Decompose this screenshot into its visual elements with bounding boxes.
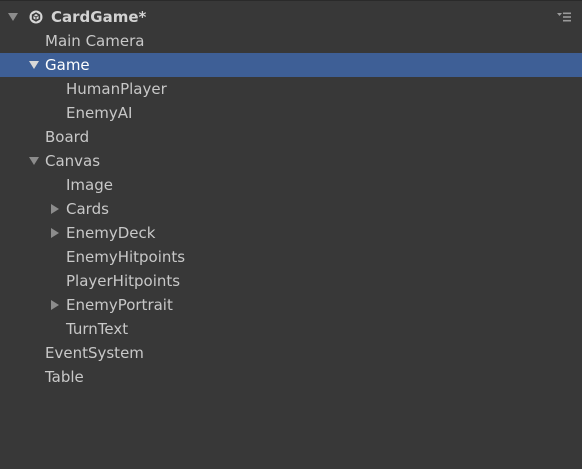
item-label: EnemyAI [66,104,133,122]
hierarchy-item-turntext[interactable]: TurnText [0,317,582,341]
hierarchy-item-playerhitpoints[interactable]: PlayerHitpoints [0,269,582,293]
foldout-collapsed-icon[interactable] [48,221,62,245]
item-label: PlayerHitpoints [66,272,181,290]
hierarchy-item-eventsystem[interactable]: EventSystem [0,341,582,365]
item-label: Image [66,176,113,194]
foldout-expanded-icon[interactable] [27,53,41,77]
item-label: EnemyDeck [66,224,156,242]
hierarchy-item-board[interactable]: Board [0,125,582,149]
item-label: Game [45,56,90,74]
hierarchy-item-enemydeck[interactable]: EnemyDeck [0,221,582,245]
hierarchy-panel: CardGame* Main Camera Game HumanPlayer E… [0,0,582,469]
item-label: EventSystem [45,344,144,362]
item-label: Board [45,128,90,146]
hierarchy-item-canvas[interactable]: Canvas [0,149,582,173]
hierarchy-item-enemyportrait[interactable]: EnemyPortrait [0,293,582,317]
foldout-collapsed-icon[interactable] [48,293,62,317]
item-label: Cards [66,200,109,218]
scene-row[interactable]: CardGame* [0,5,582,29]
hamburger-menu-icon[interactable] [556,11,572,23]
item-label: Canvas [45,152,101,170]
scene-foldout-arrow[interactable] [6,5,20,29]
hierarchy-item-image[interactable]: Image [0,173,582,197]
unity-scene-icon [29,10,43,24]
hierarchy-item-main-camera[interactable]: Main Camera [0,29,582,53]
item-label: Main Camera [45,32,145,50]
item-label: HumanPlayer [66,80,167,98]
scene-title: CardGame* [51,8,147,26]
hierarchy-item-cards[interactable]: Cards [0,197,582,221]
item-label: EnemyPortrait [66,296,173,314]
hierarchy-item-table[interactable]: Table [0,365,582,389]
hierarchy-item-humanplayer[interactable]: HumanPlayer [0,77,582,101]
hierarchy-item-game[interactable]: Game [0,53,582,77]
item-label: Table [45,368,84,386]
foldout-collapsed-icon[interactable] [48,197,62,221]
hierarchy-item-enemyai[interactable]: EnemyAI [0,101,582,125]
item-label: TurnText [66,320,129,338]
foldout-expanded-icon[interactable] [27,149,41,173]
item-label: EnemyHitpoints [66,248,186,266]
hierarchy-item-enemyhitpoints[interactable]: EnemyHitpoints [0,245,582,269]
